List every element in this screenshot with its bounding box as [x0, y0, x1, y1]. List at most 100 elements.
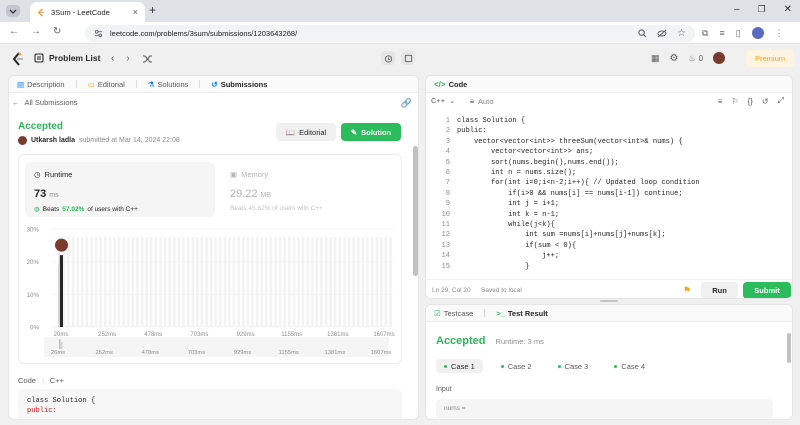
- submit-button[interactable]: Submit: [743, 282, 791, 298]
- distribution-bar-bg: [140, 237, 144, 327]
- tab-testcase[interactable]: ☑ Testcase: [434, 309, 473, 318]
- shuffle-icon[interactable]: [142, 54, 153, 64]
- mini-tick-label: 1155ms: [279, 350, 299, 356]
- leetcode-logo[interactable]: [12, 52, 24, 66]
- tab-description[interactable]: ▤ Description: [17, 80, 65, 89]
- next-problem-icon[interactable]: ›: [126, 53, 129, 64]
- tab-close-icon[interactable]: ×: [133, 7, 138, 17]
- distribution-bar-bg: [375, 237, 378, 327]
- tab-editorial[interactable]: ▭ Editorial: [88, 80, 125, 89]
- zoom-icon[interactable]: [638, 29, 647, 38]
- line-number: 9: [445, 200, 450, 209]
- debug-icon[interactable]: ⚑: [683, 285, 691, 296]
- address-bar[interactable]: leetcode.com/problems/3sum/submissions/1…: [85, 25, 695, 42]
- minimize-icon[interactable]: –: [734, 4, 740, 15]
- settings-gear-icon[interactable]: ⚙: [670, 53, 679, 64]
- runtime-bar-highlight: [59, 255, 63, 327]
- case-4-label: Case 4: [621, 361, 646, 371]
- prev-problem-icon[interactable]: ‹: [111, 53, 114, 64]
- case-tab-1[interactable]: Case 1: [436, 359, 483, 373]
- all-submissions-link[interactable]: ← All Submissions: [12, 98, 77, 107]
- tab-editorial-label: Editorial: [97, 79, 125, 89]
- tab-divider: [484, 309, 486, 317]
- close-window-icon[interactable]: ✕: [784, 4, 792, 15]
- media-icon[interactable]: ≡: [719, 28, 724, 38]
- code-line: if(i>0 && nums[i] == nums[i-1]) continue…: [457, 189, 683, 198]
- site-info-icon[interactable]: [94, 29, 103, 38]
- reset-icon[interactable]: ↺: [762, 97, 769, 106]
- code-label: Code: [18, 376, 36, 385]
- share-link-icon[interactable]: 🔗: [401, 98, 412, 109]
- omnibox-actions: ☆: [638, 28, 686, 39]
- run-button[interactable]: Run: [701, 282, 738, 298]
- case-tab-2[interactable]: Case 2: [493, 359, 540, 373]
- distribution-bar-bg: [370, 237, 374, 327]
- runtime-distribution-chart[interactable]: 30%20%10%0%20ms 252ms 478ms 703ms 929ms 1155m…: [19, 217, 401, 365]
- test-scrollbar[interactable]: [787, 333, 791, 363]
- solution-button[interactable]: ✎ Solution: [341, 123, 401, 141]
- bookmark-icon[interactable]: ⚐: [731, 97, 738, 106]
- eye-off-icon[interactable]: [657, 29, 667, 38]
- code-editor-panel: </> Code C++ ⌄ 🔒︎ Auto ≡ ⚐ {} ↺ ⤢ 1 2 3 …: [425, 75, 793, 299]
- menu-icon[interactable]: ⋮: [775, 28, 784, 39]
- code-area[interactable]: class Solution { public: vector<vector<i…: [457, 116, 787, 272]
- memory-beats: Beats 45.62% of users with C++: [230, 205, 323, 212]
- layout-icon[interactable]: ▦: [651, 53, 660, 64]
- submission-meta: Utkarsh ladla submitted at Mar 14, 2024 …: [18, 136, 180, 145]
- tab-solutions[interactable]: ⚗ Solutions: [148, 80, 189, 89]
- braces-icon[interactable]: {}: [748, 97, 753, 106]
- distribution-bar-bg: [347, 237, 351, 327]
- auto-mode[interactable]: 🔒︎ Auto: [470, 96, 493, 106]
- notes-icon[interactable]: [401, 51, 415, 65]
- case-tabs: Case 1 Case 2 Case 3 Case 4: [436, 359, 653, 373]
- tab-title: 3Sum - LeetCode: [51, 7, 110, 17]
- sidepanel-icon[interactable]: ▯: [736, 28, 741, 39]
- tab-submissions[interactable]: ↺ Submissions: [211, 80, 267, 89]
- back-icon[interactable]: ←: [9, 26, 19, 37]
- memory-card[interactable]: ▣ Memory 29.22 MB Beats 45.62% of users …: [221, 162, 397, 217]
- case-tab-4[interactable]: Case 4: [606, 359, 653, 373]
- distribution-bar-bg: [380, 237, 383, 327]
- problem-list-link[interactable]: Problem List: [34, 53, 100, 63]
- runtime-card[interactable]: ◷ Runtime 73 ms ◍ Beats 57.02% of users …: [25, 162, 215, 217]
- history-icon: ↺: [211, 79, 218, 89]
- distribution-bar-bg: [232, 237, 236, 327]
- extensions-icon[interactable]: ⧉: [702, 28, 708, 39]
- browser-tab[interactable]: 3Sum - LeetCode ×: [30, 2, 145, 22]
- mini-tick-label: 252ms: [95, 350, 113, 356]
- distribution-bar-bg: [242, 237, 245, 327]
- distribution-bar-bg: [205, 237, 208, 327]
- author-name[interactable]: Utkarsh ladla: [31, 137, 75, 144]
- line-number: 5: [445, 158, 450, 167]
- distribution-bar-bg: [329, 237, 332, 327]
- distribution-bar-bg: [177, 237, 181, 327]
- timer-icon[interactable]: [381, 51, 395, 65]
- fire-icon: ♨: [688, 53, 696, 63]
- forward-icon[interactable]: →: [31, 26, 41, 37]
- tab-test-result[interactable]: >_ Test Result: [496, 309, 547, 318]
- editorial-button[interactable]: 📖 Editorial: [276, 123, 336, 141]
- left-scrollbar[interactable]: [413, 146, 418, 276]
- distribution-bar-bg: [196, 237, 199, 327]
- language-select[interactable]: C++ ⌄: [431, 96, 455, 105]
- profile-avatar[interactable]: [751, 27, 764, 39]
- distribution-bar-bg: [168, 237, 171, 327]
- distribution-bar-bg: [352, 237, 355, 327]
- bookmark-star-icon[interactable]: ☆: [677, 28, 686, 39]
- streak-counter[interactable]: ♨ 0: [688, 54, 703, 63]
- case-tab-3[interactable]: Case 3: [550, 359, 597, 373]
- distribution-bar-bg: [209, 237, 213, 327]
- reload-icon[interactable]: ↻: [53, 26, 61, 37]
- new-tab-button[interactable]: +: [149, 3, 156, 17]
- premium-button[interactable]: Premium: [746, 50, 794, 67]
- fullscreen-icon[interactable]: ⤢: [778, 96, 784, 106]
- code-line: sort(nums.begin(),nums.end());: [457, 158, 619, 167]
- format-icon[interactable]: ≡: [718, 97, 723, 106]
- line-number: 13: [441, 241, 450, 250]
- tab-search-button[interactable]: [6, 5, 20, 17]
- distribution-bar-bg: [104, 237, 107, 327]
- user-avatar[interactable]: [713, 52, 726, 64]
- distribution-bar-bg: [306, 237, 309, 327]
- panel-resize-handle[interactable]: [600, 300, 618, 302]
- maximize-icon[interactable]: ❐: [758, 4, 766, 15]
